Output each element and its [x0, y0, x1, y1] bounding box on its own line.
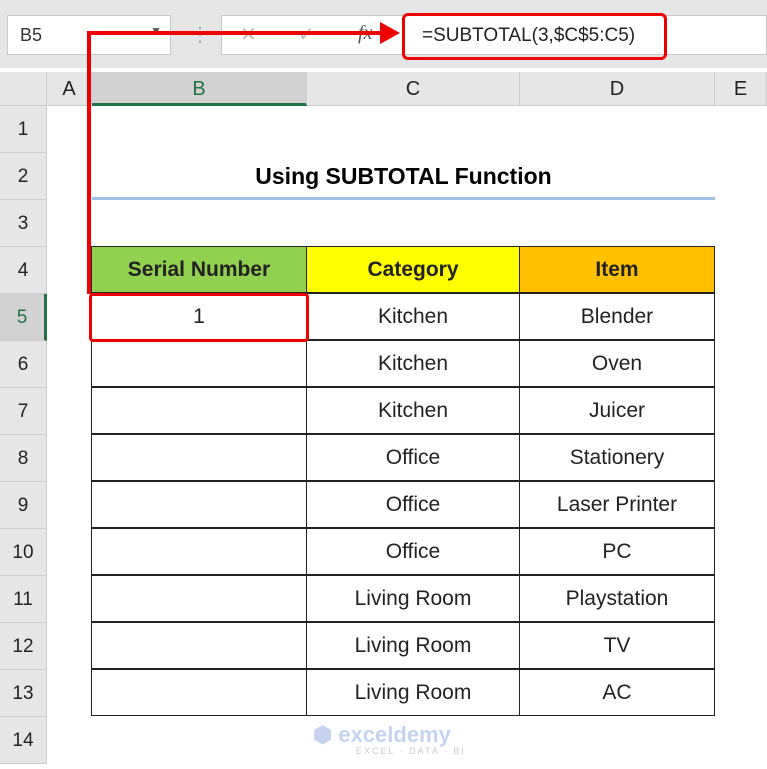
name-box-value: B5 [20, 25, 43, 45]
row-header-13[interactable]: 13 [0, 670, 47, 717]
select-all[interactable] [0, 72, 47, 106]
table-cell[interactable]: Oven [519, 340, 715, 387]
row-header-8[interactable]: 8 [0, 435, 47, 482]
col-header-e[interactable]: E [715, 72, 767, 106]
arrow-line-horizontal [87, 31, 387, 35]
table-cell[interactable]: Living Room [306, 669, 520, 716]
table-header[interactable]: Serial Number [91, 246, 307, 293]
col-header-c[interactable]: C [307, 72, 520, 106]
row-header-9[interactable]: 9 [0, 482, 47, 529]
arrow-head-icon [380, 22, 400, 44]
row-header-6[interactable]: 6 [0, 341, 47, 388]
table-cell[interactable]: Office [306, 434, 520, 481]
highlight-formula [402, 13, 667, 60]
watermark-tagline: EXCEL · DATA · BI [356, 746, 466, 756]
watermark-logo: ⬢ exceldemy [313, 722, 451, 747]
table-cell[interactable]: Living Room [306, 575, 520, 622]
table-cell[interactable] [91, 669, 307, 716]
row-header-14[interactable]: 14 [0, 717, 47, 764]
row-header-11[interactable]: 11 [0, 576, 47, 623]
table-cell[interactable]: Blender [519, 293, 715, 340]
table-cell[interactable]: TV [519, 622, 715, 669]
table-cell[interactable]: Juicer [519, 387, 715, 434]
table-cell[interactable]: Kitchen [306, 340, 520, 387]
row-header-2[interactable]: 2 [0, 153, 47, 200]
table-cell[interactable]: Playstation [519, 575, 715, 622]
col-header-d[interactable]: D [520, 72, 715, 106]
row-header-4[interactable]: 4 [0, 247, 47, 294]
table-cell[interactable] [91, 528, 307, 575]
table-cell[interactable]: Laser Printer [519, 481, 715, 528]
row-header-1[interactable]: 1 [0, 106, 47, 153]
table-cell[interactable] [91, 434, 307, 481]
row-header-3[interactable]: 3 [0, 200, 47, 247]
watermark-name: exceldemy [338, 722, 451, 747]
col-header-a[interactable]: A [47, 72, 92, 106]
sheet-title: Using SUBTOTAL Function [92, 153, 715, 200]
table-cell[interactable]: Office [306, 528, 520, 575]
table-header[interactable]: Category [306, 246, 520, 293]
highlight-b5 [89, 293, 309, 342]
table-cell[interactable] [91, 481, 307, 528]
row-header-7[interactable]: 7 [0, 388, 47, 435]
table-cell[interactable] [91, 387, 307, 434]
table-cell[interactable] [91, 622, 307, 669]
table-header[interactable]: Item [519, 246, 715, 293]
arrow-line-vertical [87, 31, 91, 294]
table-cell[interactable]: PC [519, 528, 715, 575]
row-header-5[interactable]: 5 [0, 294, 47, 341]
row-header-12[interactable]: 12 [0, 623, 47, 670]
table-cell[interactable]: Kitchen [306, 387, 520, 434]
col-header-b[interactable]: B [92, 72, 307, 106]
table-cell[interactable] [91, 340, 307, 387]
table-cell[interactable]: Kitchen [306, 293, 520, 340]
row-header-10[interactable]: 10 [0, 529, 47, 576]
table-cell[interactable]: Living Room [306, 622, 520, 669]
table-cell[interactable]: AC [519, 669, 715, 716]
table-cell[interactable]: Office [306, 481, 520, 528]
table-cell[interactable]: Stationery [519, 434, 715, 481]
table-cell[interactable] [91, 575, 307, 622]
